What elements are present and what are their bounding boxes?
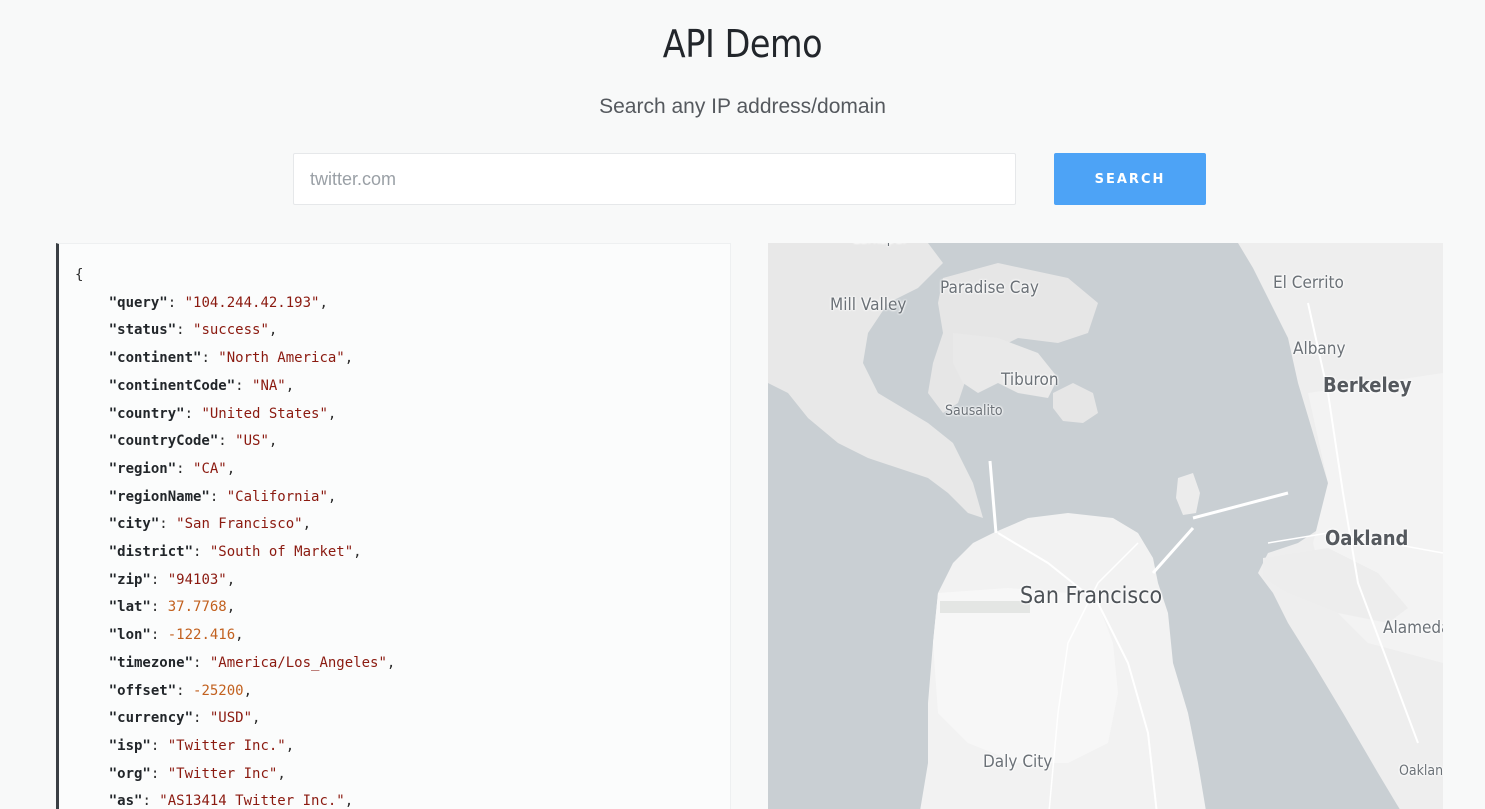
json-key: "timezone"	[108, 654, 194, 671]
json-key: "continent"	[108, 350, 202, 367]
json-value: "104.244.42.193"	[184, 294, 320, 311]
map-label-paradise-cay: Paradise Cay	[940, 278, 1039, 298]
json-field-zip: "zip": "94103",	[108, 571, 236, 588]
json-value: "North America"	[218, 350, 345, 367]
json-value: "San Francisco"	[176, 516, 303, 533]
map-label-el-cerrito: El Cerrito	[1273, 273, 1344, 293]
json-field-lon: "lon": -122.416,	[108, 627, 244, 644]
json-value: "CA"	[193, 460, 227, 477]
json-field-as: "as": "AS13414 Twitter Inc.",	[108, 793, 354, 809]
page-title: API Demo	[662, 22, 823, 66]
map-label-oakland-small: Oakland	[1399, 763, 1443, 779]
search-input[interactable]	[293, 153, 1016, 205]
json-value: -122.416	[167, 627, 236, 644]
json-key: "offset"	[108, 682, 177, 699]
json-key: "lon"	[108, 627, 151, 644]
json-value: "USD"	[209, 710, 253, 727]
json-field-country: "country": "United States",	[108, 405, 337, 422]
json-key: "country"	[108, 405, 185, 422]
json-field-offset: "offset": -25200,	[108, 682, 253, 699]
map-label-larkspur: Larkspur	[853, 243, 908, 247]
json-value: "success"	[193, 322, 269, 339]
json-field-lat: "lat": 37.7768,	[108, 599, 236, 616]
json-key: "continentCode"	[108, 377, 236, 394]
json-field-region: "region": "CA",	[108, 460, 236, 477]
json-key: "countryCode"	[108, 433, 219, 450]
page-subtitle: Search any IP address/domain	[599, 95, 886, 118]
json-key: "isp"	[108, 737, 151, 754]
json-value: "NA"	[252, 377, 286, 394]
json-value: "US"	[235, 433, 269, 450]
location-map[interactable]: Larkspur Mill Valley Paradise Cay El Cerrit…	[768, 243, 1443, 809]
json-key: "query"	[108, 294, 168, 311]
map-label-daly-city: Daly City	[983, 752, 1053, 772]
json-open-brace: {	[75, 267, 84, 283]
json-field-org: "org": "Twitter Inc",	[108, 765, 286, 782]
json-field-city: "city": "San Francisco",	[108, 516, 312, 533]
json-key: "city"	[108, 516, 160, 533]
json-field-timezone: "timezone": "America/Los_Angeles",	[108, 654, 396, 671]
json-field-currency: "currency": "USD",	[108, 710, 261, 727]
json-value: -25200	[193, 682, 244, 699]
json-key: "zip"	[108, 571, 151, 588]
map-label-oakland: Oakland	[1325, 526, 1409, 550]
json-value: "America/Los_Angeles"	[209, 654, 387, 671]
json-key: "district"	[108, 544, 194, 561]
json-value: "California"	[226, 488, 328, 505]
json-field-continent: "continent": "North America",	[108, 350, 354, 367]
json-key: "as"	[108, 793, 143, 809]
json-fields: "query": "104.244.42.193", "status": "su…	[75, 290, 730, 809]
json-key: "status"	[108, 322, 177, 339]
json-key: "currency"	[108, 710, 194, 727]
json-value: "94103"	[167, 571, 227, 588]
map-label-alameda: Alameda	[1383, 618, 1443, 638]
json-field-isp: "isp": "Twitter Inc.",	[108, 737, 295, 754]
map-label-san-francisco: San Francisco	[1020, 583, 1163, 609]
json-field-query: "query": "104.244.42.193",	[108, 294, 328, 311]
json-field-countryCode: "countryCode": "US",	[108, 433, 278, 450]
json-value: "AS13414 Twitter Inc."	[159, 793, 345, 809]
json-field-district: "district": "South of Market",	[108, 544, 362, 561]
json-value: "South of Market"	[209, 544, 354, 561]
json-field-regionName: "regionName": "California",	[108, 488, 337, 505]
map-label-tiburon: Tiburon	[1001, 370, 1059, 390]
map-label-berkeley: Berkeley	[1323, 373, 1412, 397]
json-value: "United States"	[201, 405, 328, 422]
map-label-mill-valley: Mill Valley	[830, 295, 907, 315]
map-label-albany: Albany	[1293, 339, 1346, 359]
json-value: 37.7768	[167, 599, 227, 616]
json-result-panel: { "query": "104.244.42.193", "status": "…	[56, 243, 731, 809]
json-key: "lat"	[108, 599, 151, 616]
json-key: "regionName"	[108, 488, 210, 505]
search-button[interactable]: SEARCH	[1054, 153, 1206, 205]
map-label-sausalito: Sausalito	[945, 403, 1003, 419]
json-field-continentCode: "continentCode": "NA",	[108, 377, 295, 394]
json-value: "Twitter Inc"	[167, 765, 278, 782]
json-field-status: "status": "success",	[108, 322, 278, 339]
json-key: "region"	[108, 460, 177, 477]
json-key: "org"	[108, 765, 151, 782]
json-value: "Twitter Inc."	[167, 737, 286, 754]
